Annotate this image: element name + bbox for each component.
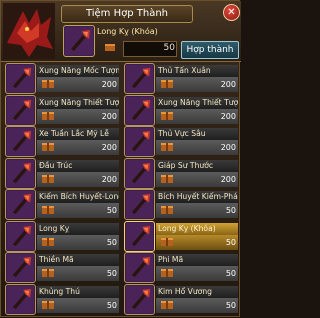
crafting-window: Tiệm Hợp Thành ✕ Long Kỵ (Khóa) 50 Hợp t… [0, 0, 241, 318]
target-item-name: Long Kỵ (Khóa) [97, 27, 158, 36]
recipe-item-qty: 50 [225, 301, 236, 310]
window-title: Tiệm Hợp Thành [61, 5, 193, 23]
window-header: Tiệm Hợp Thành ✕ Long Kỵ (Khóa) 50 Hợp t… [1, 1, 241, 62]
purple-axe-icon [65, 27, 93, 55]
craft-button[interactable]: Hợp thành [181, 41, 239, 59]
purple-axe-icon [124, 284, 155, 315]
recipe-item-qty: 50 [225, 238, 236, 247]
recipe-item-qty: 50 [106, 206, 117, 215]
recipe-item[interactable]: Xe Tuần Lắc Mỹ Lễ 200 [3, 126, 120, 157]
recipe-item-name: Long Kỵ (Khóa) [156, 223, 238, 235]
recipe-item-qty: 200 [101, 80, 117, 89]
recipe-item-qty: 50 [225, 269, 236, 278]
purple-axe-icon [5, 284, 36, 315]
recipe-item[interactable]: Giáp Sư Thước 200 [122, 158, 239, 189]
recipe-item-qty: 50 [106, 269, 117, 278]
recipe-item[interactable]: Xung Năng Thiết Tượng 200 [122, 95, 239, 126]
recipe-grid: Xung Năng Mốc Tượng 200 Thủ Tấn Xuân 200 Xun… [1, 63, 241, 318]
recipe-item-name: Xung Năng Mốc Tượng [37, 65, 119, 77]
close-icon: ✕ [227, 7, 236, 18]
purple-axe-icon [124, 126, 155, 157]
purple-axe-icon [124, 95, 155, 126]
purple-axe-icon [5, 158, 36, 189]
recipe-item-qty: 50 [106, 301, 117, 310]
close-button[interactable]: ✕ [223, 4, 240, 21]
purple-axe-icon [124, 252, 155, 283]
purple-axe-icon [5, 95, 36, 126]
recipe-item-name: Kim Hổ Vương [156, 286, 238, 298]
purple-axe-icon [5, 189, 36, 220]
recipe-item-name: Phi Mã [156, 254, 238, 266]
purple-axe-icon [5, 252, 36, 283]
recipe-item-qty: 50 [106, 238, 117, 247]
recipe-item[interactable]: Long Kỵ 50 [3, 221, 120, 252]
recipe-item-name: Khủng Thú [37, 286, 119, 298]
recipe-item[interactable]: Thiền Mã 50 [3, 252, 120, 283]
purple-axe-icon [124, 189, 155, 220]
recipe-item-qty: 200 [220, 143, 236, 152]
recipe-item-name: Giáp Sư Thước [156, 160, 238, 172]
recipe-item[interactable]: Xung Năng Thiết Tượng 200 [3, 95, 120, 126]
target-item-slot[interactable] [63, 25, 95, 57]
recipe-item[interactable]: Khủng Thú 50 [3, 284, 120, 315]
recipe-item[interactable]: Bích Huyết Kiếm-Phá Vu 50 [122, 189, 239, 220]
target-qty: 50 [163, 43, 175, 53]
recipe-item-qty: 200 [220, 80, 236, 89]
recipe-item-name: Bích Huyết Kiếm-Phá Vu [156, 191, 238, 203]
recipe-item[interactable]: Kim Hổ Vương 50 [122, 284, 239, 315]
recipe-item-name: Thiền Mã [37, 254, 119, 266]
purple-axe-icon [124, 158, 155, 189]
recipe-item-qty: 200 [220, 112, 236, 121]
recipe-item-qty: 50 [225, 206, 236, 215]
recipe-item-name: Long Kỵ [37, 223, 119, 235]
recipe-item-qty: 200 [220, 175, 236, 184]
recipe-item-name: Đầu Trúc [37, 160, 119, 172]
recipe-item[interactable]: Phi Mã 50 [122, 252, 239, 283]
material-box-icon [105, 44, 115, 51]
recipe-item[interactable]: Thủ Tấn Xuân 200 [122, 63, 239, 94]
dragon-emblem-icon [3, 3, 55, 59]
recipe-item-name: Kiếm Bích Huyết-Long [37, 191, 119, 203]
recipe-item[interactable]: Đầu Trúc 200 [3, 158, 120, 189]
recipe-item-name: Xe Tuần Lắc Mỹ Lễ [37, 128, 119, 140]
purple-axe-icon [5, 126, 36, 157]
recipe-item[interactable]: Kiếm Bích Huyết-Long 50 [3, 189, 120, 220]
recipe-item[interactable]: Xung Năng Mốc Tượng 200 [3, 63, 120, 94]
purple-axe-icon [124, 221, 155, 252]
recipe-item-name: Thủ Vực Sâu [156, 128, 238, 140]
purple-axe-icon [124, 63, 155, 94]
purple-axe-icon [5, 221, 36, 252]
recipe-item-qty: 200 [101, 143, 117, 152]
recipe-item-qty: 200 [101, 175, 117, 184]
recipe-item-name: Xung Năng Thiết Tượng [37, 97, 119, 109]
purple-axe-icon [5, 63, 36, 94]
recipe-item-name: Thủ Tấn Xuân [156, 65, 238, 77]
recipe-item[interactable]: Thủ Vực Sâu 200 [122, 126, 239, 157]
recipe-item[interactable]: Long Kỵ (Khóa) 50 [122, 221, 239, 252]
recipe-item-name: Xung Năng Thiết Tượng [156, 97, 238, 109]
recipe-item-qty: 200 [101, 112, 117, 121]
